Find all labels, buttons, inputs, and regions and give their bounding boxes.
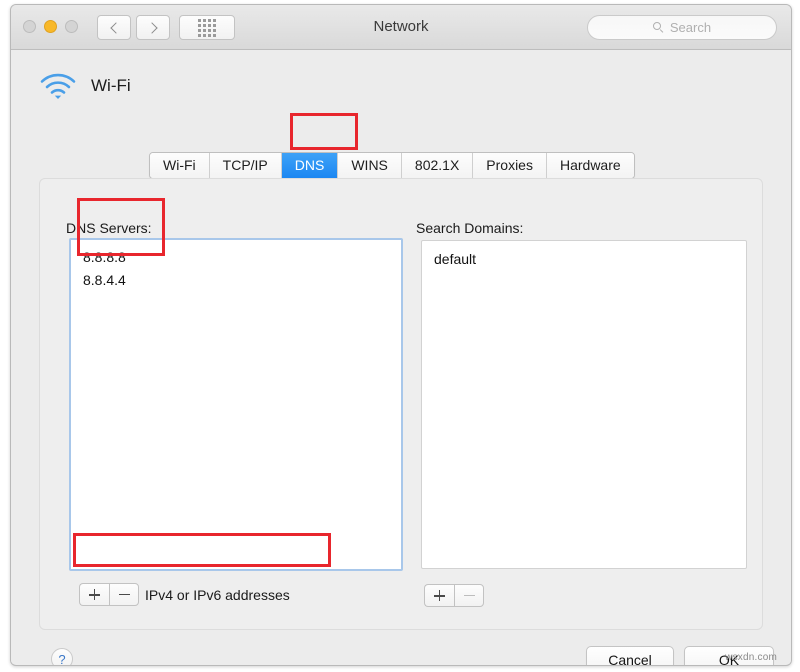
- list-item[interactable]: default: [422, 248, 746, 271]
- minus-icon: [118, 593, 130, 596]
- plus-icon: [89, 589, 100, 600]
- dns-servers-list[interactable]: 8.8.8.8 8.8.4.4: [69, 238, 403, 571]
- search-icon: [652, 22, 664, 34]
- screenshot-root: Network Search Wi-Fi Wi-Fi TCP/IP DNS WI…: [0, 0, 800, 672]
- network-preferences-window: Network Search Wi-Fi Wi-Fi TCP/IP DNS WI…: [10, 4, 792, 666]
- tab-bar: Wi-Fi TCP/IP DNS WINS 802.1X Proxies Har…: [149, 152, 635, 179]
- watermark: wsxdn.com: [725, 652, 777, 663]
- tab-hardware[interactable]: Hardware: [546, 153, 634, 178]
- plus-icon: [434, 590, 445, 601]
- tab-wifi[interactable]: Wi-Fi: [150, 153, 210, 178]
- add-dns-server-button[interactable]: [79, 583, 109, 606]
- search-field[interactable]: Search: [587, 15, 777, 40]
- wifi-icon: [39, 72, 77, 100]
- address-format-hint: IPv4 or IPv6 addresses: [145, 587, 290, 603]
- list-item[interactable]: 8.8.8.8: [71, 246, 401, 269]
- tab-tcpip[interactable]: TCP/IP: [209, 153, 282, 178]
- remove-search-domain-button[interactable]: [454, 584, 484, 607]
- add-search-domain-button[interactable]: [424, 584, 454, 607]
- cancel-button[interactable]: Cancel: [586, 646, 674, 665]
- window-titlebar: Network Search: [11, 5, 791, 50]
- remove-dns-server-button[interactable]: [109, 583, 139, 606]
- minus-icon: [463, 594, 475, 597]
- service-header: Wi-Fi: [39, 72, 131, 100]
- search-placeholder: Search: [669, 20, 712, 35]
- search-domains-label: Search Domains:: [416, 220, 524, 236]
- search-domains-add-remove-group: [424, 584, 484, 607]
- search-domains-list[interactable]: default: [421, 240, 747, 569]
- service-name: Wi-Fi: [91, 76, 131, 95]
- tab-8021x[interactable]: 802.1X: [401, 153, 474, 178]
- list-item[interactable]: 8.8.4.4: [71, 269, 401, 292]
- tab-proxies[interactable]: Proxies: [473, 153, 547, 178]
- tab-wins[interactable]: WINS: [338, 153, 402, 178]
- tab-dns[interactable]: DNS: [281, 153, 339, 178]
- help-button[interactable]: ?: [51, 648, 73, 665]
- window-body: Wi-Fi Wi-Fi TCP/IP DNS WINS 802.1X Proxi…: [11, 50, 791, 665]
- dns-servers-label: DNS Servers:: [66, 220, 152, 236]
- dns-servers-add-remove-group: [79, 583, 139, 606]
